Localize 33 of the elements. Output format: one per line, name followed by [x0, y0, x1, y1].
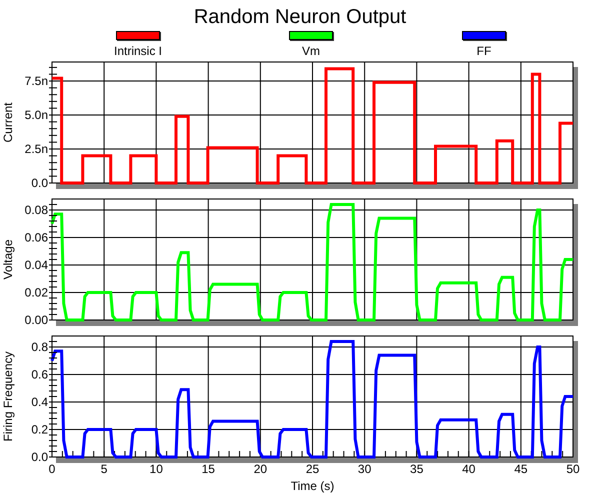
tick-label: 0.0: [31, 450, 48, 464]
axis-label: Time (s): [290, 479, 334, 493]
tick-label: 40: [462, 462, 476, 476]
tick-label: 0.2: [31, 422, 48, 436]
tick-label: 30: [358, 462, 372, 476]
tick-label: 5: [100, 462, 108, 476]
tick-label: 0.02: [24, 286, 48, 300]
tick-label: 0: [48, 462, 56, 476]
tick-label: 0.04: [24, 258, 48, 272]
chart-title: Random Neuron Output: [194, 4, 406, 29]
tick-label: 0.4: [31, 395, 48, 409]
tick-label: 0.8: [31, 340, 48, 354]
legend-label: FF: [476, 44, 492, 58]
legend-label: Intrinsic I: [114, 44, 162, 58]
tick-label: 7.5n: [24, 74, 48, 88]
tick-label: 0.08: [24, 203, 48, 217]
axis-label: Voltage: [1, 239, 15, 280]
axis-label: Current: [1, 102, 15, 142]
tick-label: 20: [254, 462, 268, 476]
tick-label: 2.5n: [24, 142, 48, 156]
tick-label: 35: [410, 462, 424, 476]
tick-label: 0.0: [31, 176, 48, 190]
tick-label: 5.0n: [24, 108, 48, 122]
tick-label: 0.6: [31, 368, 48, 382]
tick-label: 50: [566, 462, 580, 476]
tick-label: 10: [150, 462, 163, 476]
axis-label: Firing Frequency: [1, 351, 15, 442]
tick-label: 0.06: [24, 230, 48, 244]
tick-label: 45: [514, 462, 528, 476]
tick-label: 0.00: [24, 313, 48, 327]
tick-label: 15: [202, 462, 215, 476]
legend-label: Vm: [302, 44, 320, 58]
tick-label: 25: [306, 462, 320, 476]
